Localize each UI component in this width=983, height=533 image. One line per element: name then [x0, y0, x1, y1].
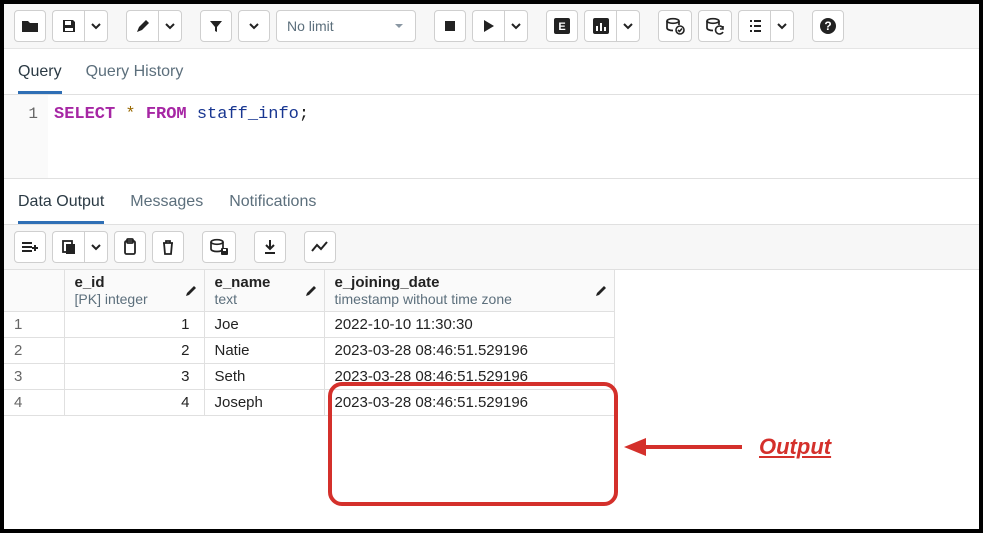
line-number: 1	[4, 95, 48, 178]
row-number: 1	[4, 312, 64, 338]
tab-notifications[interactable]: Notifications	[229, 187, 316, 224]
filter-dropdown-button[interactable]	[238, 10, 270, 42]
help-button[interactable]: ?	[812, 10, 844, 42]
save-data-button[interactable]	[202, 231, 236, 263]
folder-icon	[21, 18, 39, 34]
trash-icon	[161, 239, 175, 255]
cell-e-name[interactable]: Natie	[204, 338, 324, 364]
download-button[interactable]	[254, 231, 286, 263]
cell-e-joining-date[interactable]: 2022-10-10 11:30:30	[324, 312, 614, 338]
copy-dropdown-button[interactable]	[84, 231, 108, 263]
copy-icon	[61, 239, 77, 255]
sql-editor[interactable]: 1 SELECT * FROM staff_info;	[4, 95, 979, 179]
floppy-icon	[61, 18, 77, 34]
cell-e-joining-date[interactable]: 2023-03-28 08:46:51.529196	[324, 338, 614, 364]
row-number: 2	[4, 338, 64, 364]
rows-plus-icon	[21, 240, 39, 254]
explain-analyze-button[interactable]	[584, 10, 616, 42]
chevron-down-icon	[623, 21, 633, 31]
db-check-icon	[665, 17, 685, 35]
col-header-e-joining-date[interactable]: e_joining_datetimestamp without time zon…	[324, 270, 614, 312]
rollback-button[interactable]	[698, 10, 732, 42]
col-header-e-name[interactable]: e_nametext	[204, 270, 324, 312]
pencil-icon	[184, 284, 198, 298]
cell-e-id[interactable]: 1	[64, 312, 204, 338]
explain-dropdown-button[interactable]	[616, 10, 640, 42]
limit-label: No limit	[287, 18, 334, 34]
cell-e-name[interactable]: Joe	[204, 312, 324, 338]
limit-select[interactable]: No limit	[276, 10, 416, 42]
help-icon: ?	[819, 17, 837, 35]
col-header-e-id[interactable]: e_id[PK] integer	[64, 270, 204, 312]
result-grid: e_id[PK] integer e_nametext e_joining_da…	[4, 270, 615, 416]
svg-text:?: ?	[824, 19, 831, 33]
cell-e-joining-date[interactable]: 2023-03-28 08:46:51.529196	[324, 364, 614, 390]
tab-messages[interactable]: Messages	[130, 187, 203, 224]
macros-button[interactable]	[738, 10, 770, 42]
pencil-icon	[304, 284, 318, 298]
tab-query[interactable]: Query	[18, 57, 62, 94]
table-row[interactable]: 4 4 Joseph 2023-03-28 08:46:51.529196	[4, 390, 614, 416]
save-button[interactable]	[52, 10, 84, 42]
pencil-icon	[594, 284, 608, 298]
chevron-down-icon	[91, 242, 101, 252]
db-undo-icon	[705, 17, 725, 35]
cell-e-name[interactable]: Seth	[204, 364, 324, 390]
row-number: 3	[4, 364, 64, 390]
tab-data-output[interactable]: Data Output	[18, 187, 104, 224]
stop-icon	[444, 20, 456, 32]
save-dropdown-button[interactable]	[84, 10, 108, 42]
execute-button[interactable]	[472, 10, 504, 42]
table-row[interactable]: 2 2 Natie 2023-03-28 08:46:51.529196	[4, 338, 614, 364]
chevron-down-icon	[249, 21, 259, 31]
letter-e-icon: E	[554, 18, 570, 34]
filter-icon	[208, 18, 224, 34]
open-file-button[interactable]	[14, 10, 46, 42]
chevron-down-icon	[777, 21, 787, 31]
play-icon	[483, 19, 495, 33]
commit-button[interactable]	[658, 10, 692, 42]
paste-button[interactable]	[114, 231, 146, 263]
execute-dropdown-button[interactable]	[504, 10, 528, 42]
filter-button[interactable]	[200, 10, 232, 42]
table-row[interactable]: 1 1 Joe 2022-10-10 11:30:30	[4, 312, 614, 338]
annotation-arrow-icon	[624, 432, 744, 465]
annotation-label: Output	[759, 434, 831, 460]
cell-e-joining-date[interactable]: 2023-03-28 08:46:51.529196	[324, 390, 614, 416]
chevron-down-icon	[91, 21, 101, 31]
table-row[interactable]: 3 3 Seth 2023-03-28 08:46:51.529196	[4, 364, 614, 390]
bar-chart-icon	[593, 18, 609, 34]
pencil-icon	[135, 18, 151, 34]
cell-e-id[interactable]: 3	[64, 364, 204, 390]
chevron-down-icon	[165, 21, 175, 31]
svg-text:E: E	[558, 21, 565, 33]
cell-e-id[interactable]: 2	[64, 338, 204, 364]
clipboard-icon	[123, 238, 137, 256]
row-header-blank[interactable]	[4, 270, 64, 312]
line-chart-icon	[311, 240, 329, 254]
add-row-button[interactable]	[14, 231, 46, 263]
download-icon	[263, 239, 277, 255]
chart-button[interactable]	[304, 231, 336, 263]
tab-query-history[interactable]: Query History	[86, 57, 184, 94]
cell-e-name[interactable]: Joseph	[204, 390, 324, 416]
sql-code: SELECT * FROM staff_info;	[48, 95, 315, 178]
db-save-icon	[209, 238, 229, 256]
stop-button[interactable]	[434, 10, 466, 42]
explain-button[interactable]: E	[546, 10, 578, 42]
cell-e-id[interactable]: 4	[64, 390, 204, 416]
macros-dropdown-button[interactable]	[770, 10, 794, 42]
edit-dropdown-button[interactable]	[158, 10, 182, 42]
list-icon	[747, 18, 763, 34]
chevron-down-icon	[511, 21, 521, 31]
copy-button[interactable]	[52, 231, 84, 263]
delete-button[interactable]	[152, 231, 184, 263]
caret-down-icon	[393, 18, 405, 34]
edit-button[interactable]	[126, 10, 158, 42]
row-number: 4	[4, 390, 64, 416]
